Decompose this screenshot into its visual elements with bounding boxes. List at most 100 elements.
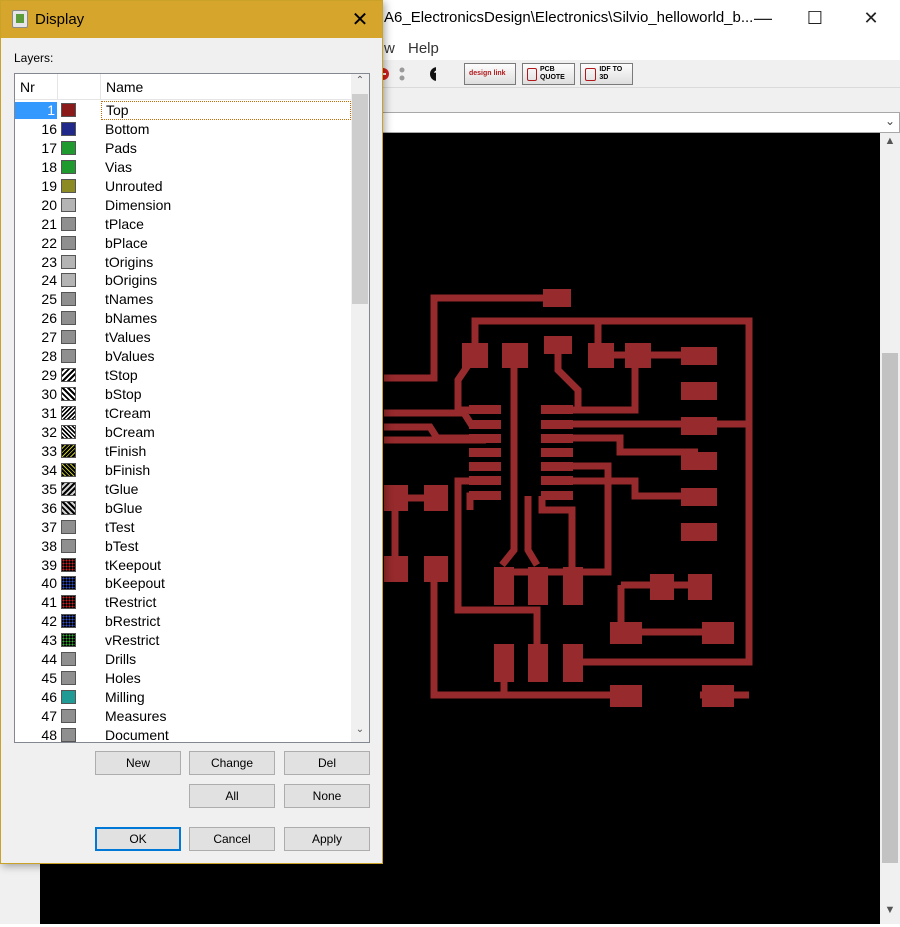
menu-view[interactable]: w — [384, 40, 395, 57]
layer-number: 48 — [41, 726, 57, 743]
layer-row[interactable]: 39 tKeepout — [15, 556, 351, 575]
layer-color-swatch — [61, 690, 76, 705]
layer-color-swatch — [61, 197, 76, 212]
minimize-button[interactable]: — — [740, 0, 786, 36]
layer-row[interactable]: 30 bStop — [15, 385, 351, 404]
layer-row[interactable]: 35 tGlue — [15, 480, 351, 499]
layer-name: bKeepout — [105, 575, 165, 592]
layer-row[interactable]: 46 Milling — [15, 688, 351, 707]
layer-row[interactable]: 47 Measures — [15, 707, 351, 726]
menu-help[interactable]: Help — [408, 40, 439, 57]
layer-color-swatch — [61, 330, 76, 345]
layer-row[interactable]: 34 bFinish — [15, 461, 351, 480]
layer-color-swatch — [61, 159, 76, 174]
layer-name: bRestrict — [105, 613, 161, 630]
canvas-scrollbar[interactable]: ▲ ▼ — [880, 133, 900, 924]
layer-color-swatch — [61, 424, 76, 439]
dialog-close-button[interactable]: ✕ — [338, 1, 382, 38]
pcb-quote-button[interactable]: PCB QUOTE — [522, 63, 575, 85]
new-button[interactable]: New — [95, 751, 181, 775]
layer-row[interactable]: 33 tFinish — [15, 442, 351, 461]
layer-row[interactable]: 19 Unrouted — [15, 177, 351, 196]
layer-number: 25 — [41, 291, 57, 308]
layer-row[interactable]: 24 bOrigins — [15, 271, 351, 290]
layer-row[interactable]: 41 tRestrict — [15, 593, 351, 612]
layer-row[interactable]: 37 tTest — [15, 518, 351, 537]
layer-number: 23 — [41, 253, 57, 270]
apply-button[interactable]: Apply — [284, 827, 370, 851]
go-icon[interactable] — [399, 67, 405, 73]
canvas-scroll-thumb[interactable] — [882, 353, 898, 863]
scroll-down-icon[interactable]: ⌄ — [351, 724, 369, 741]
layer-row[interactable]: 43 vRestrict — [15, 631, 351, 650]
layer-row[interactable]: 40 bKeepout — [15, 574, 351, 593]
toolbar-icons: ? — [377, 67, 436, 81]
layer-row[interactable]: 23 tOrigins — [15, 253, 351, 272]
layer-number: 28 — [41, 348, 57, 365]
layer-row[interactable]: 20 Dimension — [15, 196, 351, 215]
layer-row[interactable]: 1 Top — [15, 101, 351, 120]
layer-name: Drills — [105, 651, 137, 668]
layer-color-swatch — [61, 273, 76, 288]
column-color[interactable] — [58, 74, 101, 100]
cancel-button[interactable]: Cancel — [189, 827, 275, 851]
layer-name: tStop — [105, 367, 138, 384]
design-link-icon: design link — [469, 70, 506, 77]
layer-row[interactable]: 17 Pads — [15, 139, 351, 158]
layer-row[interactable]: 28 bValues — [15, 347, 351, 366]
layer-color-swatch — [61, 311, 76, 326]
layer-row[interactable]: 26 bNames — [15, 309, 351, 328]
layer-row[interactable]: 16 Bottom — [15, 120, 351, 139]
layer-row[interactable]: 48 Document — [15, 726, 351, 743]
layer-row[interactable]: 38 bTest — [15, 537, 351, 556]
layers-list-body: 1 Top 16 Bottom 17 Pads 18 Vias 19 Unrouted 20 Dime… — [15, 101, 351, 743]
ok-button[interactable]: OK — [95, 827, 181, 851]
scroll-down-icon[interactable]: ▼ — [880, 904, 900, 922]
none-button[interactable]: None — [284, 784, 370, 808]
layer-name: tCream — [105, 405, 151, 421]
maximize-button[interactable]: ☐ — [792, 0, 838, 36]
layer-name: bValues — [105, 348, 155, 365]
layer-row[interactable]: 27 tValues — [15, 328, 351, 347]
layer-color-swatch — [61, 462, 76, 477]
layer-row[interactable]: 29 tStop — [15, 366, 351, 385]
layer-color-swatch — [61, 671, 76, 686]
change-button[interactable]: Change — [189, 751, 275, 775]
layers-scrollbar[interactable]: ⌃ ⌄ — [351, 74, 369, 742]
layer-row[interactable]: 45 Holes — [15, 669, 351, 688]
chevron-down-icon[interactable]: ⌄ — [885, 114, 895, 128]
layer-name: tRestrict — [105, 594, 157, 611]
layer-name: Milling — [105, 689, 145, 706]
layer-row[interactable]: 21 tPlace — [15, 215, 351, 234]
column-nr[interactable]: Nr — [15, 74, 58, 100]
layer-row[interactable]: 31 tCream — [15, 404, 351, 423]
layer-number: 32 — [41, 423, 57, 440]
layer-color-swatch — [61, 216, 76, 231]
layer-row[interactable]: 42 bRestrict — [15, 612, 351, 631]
layer-number: 33 — [41, 442, 57, 459]
layer-row[interactable]: 18 Vias — [15, 158, 351, 177]
layer-row[interactable]: 25 tNames — [15, 290, 351, 309]
layer-number: 16 — [41, 120, 57, 137]
design-link-button[interactable]: design link — [464, 63, 516, 85]
layer-name: vRestrict — [105, 632, 160, 649]
layers-scroll-thumb[interactable] — [352, 94, 368, 304]
layers-list[interactable]: Nr Name 1 Top 16 Bottom 17 Pads 18 Vias 19 Unrout… — [14, 73, 370, 743]
layer-row[interactable]: 22 bPlace — [15, 234, 351, 253]
scroll-up-icon[interactable]: ▲ — [880, 135, 900, 153]
layer-color-swatch — [61, 254, 76, 269]
layer-row[interactable]: 44 Drills — [15, 650, 351, 669]
del-button[interactable]: Del — [284, 751, 370, 775]
layer-color-swatch — [61, 709, 76, 723]
dialog-title-bar[interactable]: Display ✕ — [1, 1, 382, 38]
layer-row[interactable]: 32 bCream — [15, 423, 351, 442]
column-name[interactable]: Name — [101, 74, 351, 100]
layer-row[interactable]: 36 bGlue — [15, 499, 351, 518]
close-window-button[interactable]: ✕ — [848, 0, 894, 36]
layer-name: bOrigins — [105, 272, 158, 289]
all-button[interactable]: All — [189, 784, 275, 808]
layer-number: 43 — [41, 632, 57, 649]
idf-to-3d-button[interactable]: IDF TO 3D — [580, 63, 633, 85]
svg-text:?: ? — [434, 69, 436, 81]
scroll-up-icon[interactable]: ⌃ — [351, 75, 369, 92]
